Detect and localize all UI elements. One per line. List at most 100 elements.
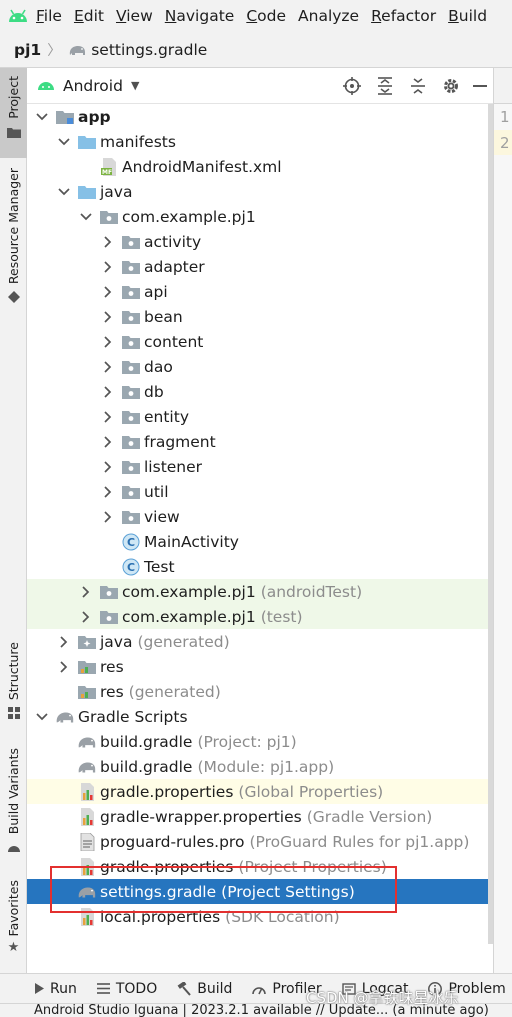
tree-row[interactable]: build.gradle (Module: pj1.app) (27, 754, 493, 779)
tree-row[interactable]: view (27, 504, 493, 529)
menu-code[interactable]: Code (246, 7, 286, 25)
tree-row[interactable]: db (27, 379, 493, 404)
chevron-right-icon[interactable] (101, 404, 115, 429)
chevron-right-icon[interactable] (101, 504, 115, 529)
menu-build[interactable]: Build (448, 7, 487, 25)
tree-item-label: com.example.pj1 (122, 582, 256, 601)
folder-icon (77, 179, 97, 204)
tree-row[interactable]: listener (27, 454, 493, 479)
select-opened-file-button[interactable] (335, 72, 368, 100)
tree-item-label: app (78, 107, 111, 126)
tree-item-label: build.gradle (100, 757, 193, 776)
package-icon (121, 404, 141, 429)
chevron-right-icon[interactable] (101, 279, 115, 304)
tree-item-label: fragment (144, 432, 216, 451)
tree-row[interactable]: res (27, 654, 493, 679)
menu-edit[interactable]: Edit (74, 7, 104, 25)
tree-row[interactable]: util (27, 479, 493, 504)
chevron-right-icon[interactable] (101, 329, 115, 354)
menu-file[interactable]: File (36, 7, 62, 25)
line-number: 1 (500, 108, 510, 126)
tree-row[interactable]: java (generated) (27, 629, 493, 654)
bottom-tab-todo[interactable]: TODO (96, 981, 157, 997)
chevron-right-icon[interactable] (57, 629, 71, 654)
tree-row[interactable]: fragment (27, 429, 493, 454)
chevron-right-icon[interactable] (101, 254, 115, 279)
tree-row[interactable]: content (27, 329, 493, 354)
chevron-right-icon[interactable] (101, 454, 115, 479)
project-view-selector[interactable]: Android ▼ (37, 77, 139, 95)
chevron-right-icon[interactable] (101, 429, 115, 454)
hide-panel-button[interactable] (467, 72, 493, 100)
package-icon (121, 379, 141, 404)
chevron-right-icon[interactable] (79, 604, 93, 629)
menu-analyze[interactable]: Analyze (298, 7, 359, 25)
chevron-right-icon[interactable] (101, 354, 115, 379)
chevron-right-icon[interactable] (101, 304, 115, 329)
collapse-all-button[interactable] (401, 72, 434, 100)
tree-row[interactable]: gradle.properties (Global Properties) (27, 779, 493, 804)
tree-row[interactable]: Gradle Scripts (27, 704, 493, 729)
tree-row[interactable]: java (27, 179, 493, 204)
tree-row[interactable]: entity (27, 404, 493, 429)
tree-item-label: com.example.pj1 (122, 207, 256, 226)
tree-row[interactable]: api (27, 279, 493, 304)
chevron-down-icon[interactable] (57, 179, 71, 204)
tree-row[interactable]: com.example.pj1 (androidTest) (27, 579, 493, 604)
tree-row[interactable]: res (generated) (27, 679, 493, 704)
options-button[interactable] (434, 72, 467, 100)
tree-item-label: manifests (100, 132, 176, 151)
breadcrumb-project[interactable]: pj1 (14, 41, 41, 59)
chevron-right-icon[interactable] (101, 229, 115, 254)
chevron-right-icon[interactable] (101, 479, 115, 504)
menu-navigate[interactable]: Navigate (165, 7, 235, 25)
build-variants-tool-tab[interactable]: Build Variants (0, 748, 27, 858)
tree-row[interactable]: activity (27, 229, 493, 254)
tree-item-annotation: (generated) (137, 632, 230, 651)
tree-item-annotation: (test) (260, 607, 303, 626)
project-tool-tab[interactable]: Project (0, 68, 27, 158)
structure-tool-tab[interactable]: Structure (0, 642, 27, 727)
chevron-down-icon: ▼ (130, 79, 140, 92)
resource-manager-tool-tab[interactable]: Resource Manager (0, 168, 27, 313)
tree-row[interactable]: adapter (27, 254, 493, 279)
tree-row[interactable]: build.gradle (Project: pj1) (27, 729, 493, 754)
bottom-tab-build[interactable]: Build (177, 981, 232, 997)
tree-row[interactable]: manifests (27, 129, 493, 154)
menu-mnemonic: R (371, 7, 382, 25)
chevron-right-icon[interactable] (57, 654, 71, 679)
module-folder-icon (55, 104, 75, 129)
menu-label-rest: iew (126, 7, 153, 25)
tree-row[interactable]: C MainActivity (27, 529, 493, 554)
tree-row[interactable]: C Test (27, 554, 493, 579)
chevron-down-icon[interactable] (35, 104, 49, 129)
menu-label-rest: ile (43, 7, 62, 25)
breadcrumb-separator-icon: 〉 (47, 42, 62, 59)
menu-view[interactable]: View (116, 7, 153, 25)
menu-refactor[interactable]: Refactor (371, 7, 436, 25)
star-icon: ★ (7, 940, 20, 956)
left-tool-stripe: Project Resource Manager Structure Build… (0, 68, 27, 973)
tree-row[interactable]: proguard-rules.pro (ProGuard Rules for pj… (27, 829, 493, 854)
bottom-tab-run[interactable]: Run (34, 981, 77, 997)
chevron-down-icon[interactable] (57, 129, 71, 154)
tree-row[interactable]: MF AndroidManifest.xml (27, 154, 493, 179)
tree-row[interactable]: gradle-wrapper.properties (Gradle Version… (27, 804, 493, 829)
chevron-down-icon[interactable] (79, 204, 93, 229)
expand-all-button[interactable] (368, 72, 401, 100)
tree-row[interactable]: app (27, 104, 493, 129)
tree-row[interactable]: com.example.pj1 (test) (27, 604, 493, 629)
expand-all-icon (377, 76, 392, 95)
chevron-right-icon[interactable] (101, 379, 115, 404)
tree-row[interactable]: com.example.pj1 (27, 204, 493, 229)
chevron-down-icon[interactable] (35, 704, 49, 729)
tree-row[interactable]: bean (27, 304, 493, 329)
project-tab-label: Project (6, 76, 21, 119)
breadcrumb-file[interactable]: settings.gradle (91, 41, 207, 59)
tree-row[interactable]: dao (27, 354, 493, 379)
favorites-tool-tab[interactable]: Favorites ★ (0, 880, 27, 965)
tree-item-label: gradle.properties (100, 782, 234, 801)
tree-item-label: entity (144, 407, 189, 426)
chevron-right-icon[interactable] (79, 579, 93, 604)
menu-mnemonic: F (36, 7, 44, 25)
